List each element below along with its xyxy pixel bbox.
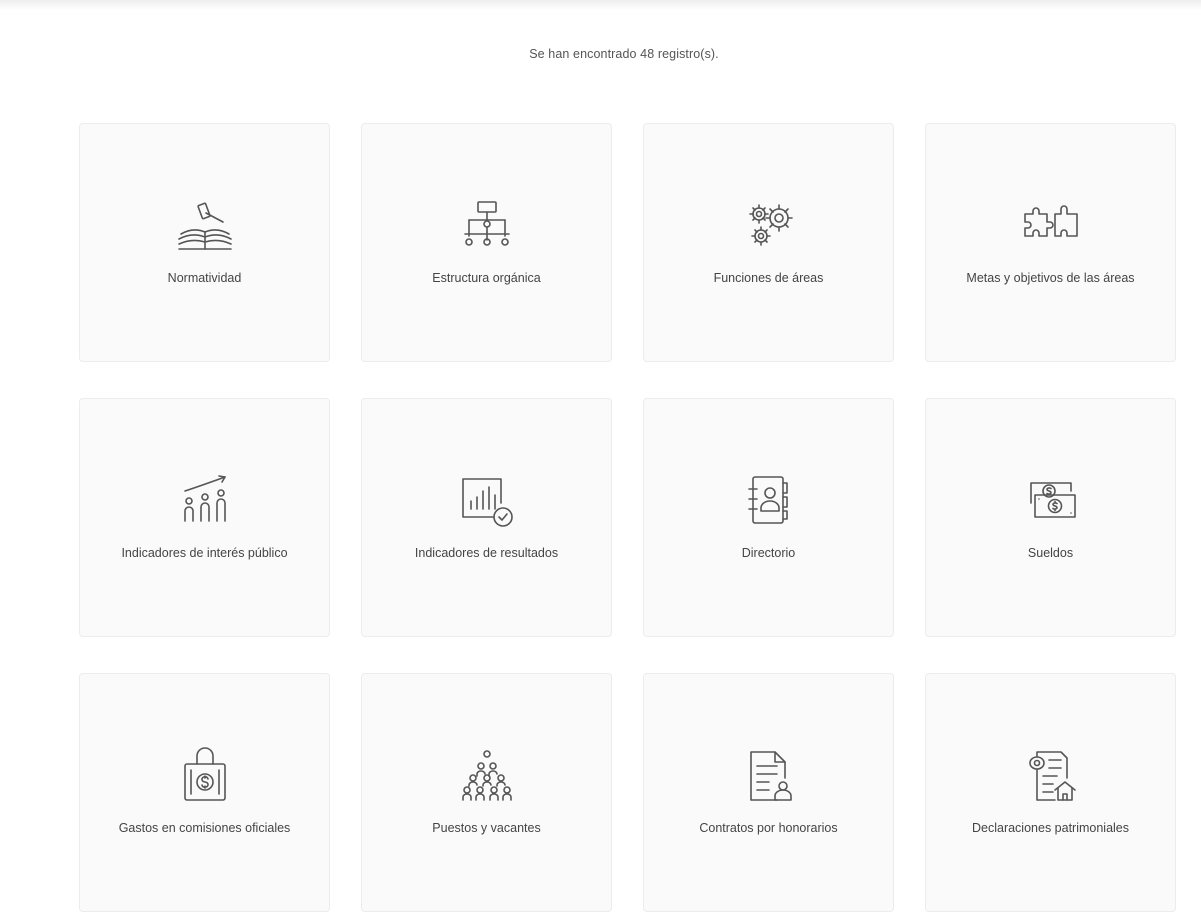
card-contratos-honorarios[interactable]: Contratos por honorarios [643, 673, 894, 912]
banknotes-icon [1019, 469, 1083, 533]
card-label: Indicadores de resultados [414, 546, 559, 560]
card-label: Puestos y vacantes [432, 821, 541, 835]
results-count: Se han encontrado 48 registro(s). [529, 47, 719, 61]
card-label: Normatividad [167, 271, 242, 285]
card-sueldos[interactable]: Sueldos [925, 398, 1176, 637]
card-normatividad[interactable]: Normatividad [79, 123, 330, 362]
card-label: Metas y objetivos de las áreas [966, 271, 1135, 285]
gavel-book-icon [173, 194, 237, 258]
gears-icon [737, 194, 801, 258]
card-label: Funciones de áreas [713, 271, 824, 285]
org-chart-icon [455, 194, 519, 258]
card-indicadores-resultados[interactable]: Indicadores de resultados [361, 398, 612, 637]
transparency-grid: Normatividad Estructura orgánica Funcion… [79, 123, 1176, 912]
card-declaraciones-patrimoniales[interactable]: Declaraciones patrimoniales [925, 673, 1176, 912]
card-label: Contratos por honorarios [699, 821, 838, 835]
card-label: Directorio [741, 546, 796, 560]
header-shadow [0, 0, 1201, 10]
bar-chart-check-icon [455, 469, 519, 533]
card-metas-y-objetivos[interactable]: Metas y objetivos de las áreas [925, 123, 1176, 362]
crowd-icon [455, 744, 519, 808]
puzzle-icon [1019, 194, 1083, 258]
card-funciones-de-areas[interactable]: Funciones de áreas [643, 123, 894, 362]
money-bag-icon [173, 744, 237, 808]
card-estructura-organica[interactable]: Estructura orgánica [361, 123, 612, 362]
contract-person-icon [737, 744, 801, 808]
card-label: Sueldos [1027, 546, 1074, 560]
card-label: Indicadores de interés público [121, 546, 288, 560]
card-puestos-vacantes[interactable]: Puestos y vacantes [361, 673, 612, 912]
card-indicadores-interes-publico[interactable]: Indicadores de interés público [79, 398, 330, 637]
people-growth-icon [173, 469, 237, 533]
address-book-icon [737, 469, 801, 533]
declaration-house-icon [1019, 744, 1083, 808]
card-directorio[interactable]: Directorio [643, 398, 894, 637]
card-label: Gastos en comisiones oficiales [118, 821, 291, 835]
card-label: Declaraciones patrimoniales [971, 821, 1130, 835]
card-label: Estructura orgánica [432, 271, 541, 285]
card-gastos-comisiones[interactable]: Gastos en comisiones oficiales [79, 673, 330, 912]
